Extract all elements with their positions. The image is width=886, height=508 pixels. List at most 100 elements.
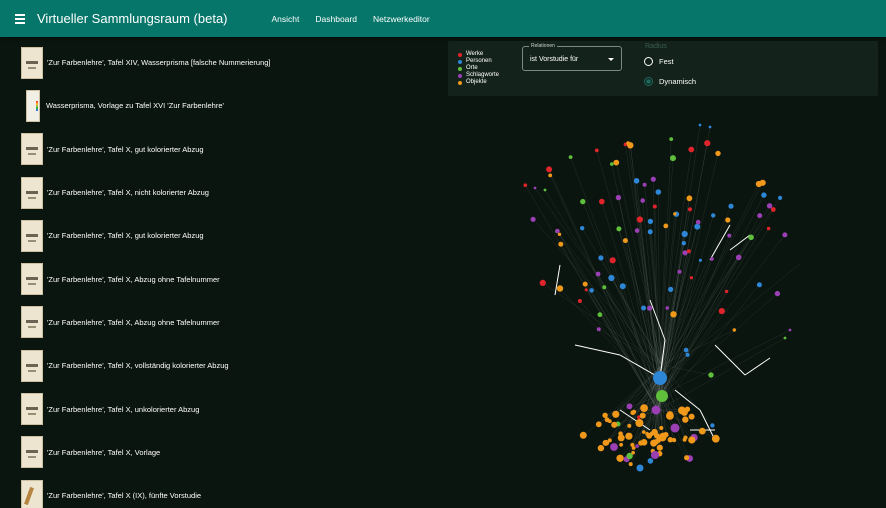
graph-node[interactable] bbox=[609, 257, 616, 264]
graph-node[interactable] bbox=[582, 281, 588, 287]
graph-node[interactable] bbox=[682, 416, 689, 423]
graph-node[interactable] bbox=[683, 347, 689, 353]
graph-node[interactable] bbox=[686, 195, 693, 202]
graph-node[interactable] bbox=[626, 141, 630, 145]
graph-node[interactable] bbox=[724, 289, 729, 294]
graph-node[interactable] bbox=[636, 216, 643, 223]
list-item[interactable]: 'Zur Farbenlehre', Tafel XIV, Wasserpris… bbox=[0, 41, 440, 84]
graph-node[interactable] bbox=[688, 146, 695, 153]
graph-hub-node[interactable] bbox=[656, 390, 668, 402]
graph-node[interactable] bbox=[594, 148, 599, 153]
graph-node[interactable] bbox=[543, 188, 547, 192]
graph-node[interactable] bbox=[533, 186, 537, 190]
graph-node[interactable] bbox=[627, 423, 632, 428]
graph-node[interactable] bbox=[584, 288, 588, 292]
graph-node[interactable] bbox=[642, 182, 647, 187]
graph-node[interactable] bbox=[647, 229, 653, 235]
graph-node[interactable] bbox=[596, 327, 601, 332]
graph-node[interactable] bbox=[711, 213, 716, 218]
graph-node[interactable] bbox=[589, 288, 594, 293]
nav-netzwerkeditor[interactable]: Netzwerkeditor bbox=[373, 14, 430, 24]
graph-hub-node[interactable] bbox=[651, 451, 659, 459]
graph-node[interactable] bbox=[608, 274, 615, 282]
graph-node[interactable] bbox=[597, 444, 605, 452]
graph-node[interactable] bbox=[652, 204, 657, 209]
graph-node[interactable] bbox=[650, 176, 656, 182]
graph-node[interactable] bbox=[558, 241, 564, 247]
graph-node[interactable] bbox=[610, 162, 614, 166]
graph-node[interactable] bbox=[658, 433, 667, 442]
graph-node[interactable] bbox=[610, 443, 618, 451]
graph-node[interactable] bbox=[619, 442, 623, 447]
graph-node[interactable] bbox=[555, 228, 560, 234]
graph-node[interactable] bbox=[618, 431, 623, 437]
graph-node[interactable] bbox=[630, 442, 635, 447]
list-item[interactable]: 'Zur Farbenlehre', Tafel X, Abzug ohne T… bbox=[0, 301, 440, 344]
graph-node[interactable] bbox=[708, 125, 712, 129]
graph-node[interactable] bbox=[641, 305, 647, 311]
list-item[interactable]: 'Zur Farbenlehre', Tafel X (IX), fünfte … bbox=[0, 474, 440, 508]
graph-node[interactable] bbox=[695, 219, 701, 225]
graph-node[interactable] bbox=[756, 282, 762, 288]
graph-node[interactable] bbox=[770, 207, 776, 212]
graph-node[interactable] bbox=[626, 403, 633, 410]
graph-node[interactable] bbox=[667, 437, 673, 443]
menu-icon[interactable] bbox=[11, 9, 31, 29]
graph-node[interactable] bbox=[619, 283, 626, 290]
graph-hub-node[interactable] bbox=[653, 371, 667, 385]
graph-node[interactable] bbox=[616, 454, 624, 462]
graph-node[interactable] bbox=[635, 444, 639, 448]
graph-node[interactable] bbox=[665, 306, 669, 310]
graph-node[interactable] bbox=[647, 458, 654, 464]
graph-node[interactable] bbox=[774, 290, 781, 297]
graph-node[interactable] bbox=[678, 406, 686, 415]
graph-node[interactable] bbox=[640, 404, 648, 412]
graph-node[interactable] bbox=[686, 249, 691, 254]
network-graph[interactable] bbox=[500, 110, 800, 490]
graph-hub-node[interactable] bbox=[636, 464, 644, 472]
list-item[interactable]: 'Zur Farbenlehre', Tafel X, gut kolorier… bbox=[0, 214, 440, 257]
graph-node[interactable] bbox=[687, 207, 693, 212]
relations-select[interactable]: Relationen ist Vorstudie für bbox=[522, 43, 622, 71]
graph-node[interactable] bbox=[598, 255, 604, 261]
graph-node[interactable] bbox=[633, 178, 640, 184]
graph-node[interactable] bbox=[732, 328, 736, 332]
graph-node[interactable] bbox=[612, 410, 620, 418]
graph-node[interactable] bbox=[640, 198, 645, 203]
list-item[interactable]: 'Zur Farbenlehre', Tafel X, nicht kolori… bbox=[0, 171, 440, 214]
graph-node[interactable] bbox=[682, 437, 687, 442]
graph-node[interactable] bbox=[616, 226, 622, 232]
graph-node[interactable] bbox=[651, 428, 658, 436]
graph-node[interactable] bbox=[631, 450, 635, 455]
graph-node[interactable] bbox=[698, 258, 702, 262]
graph-node[interactable] bbox=[778, 195, 783, 200]
graph-node[interactable] bbox=[688, 436, 696, 444]
graph-node[interactable] bbox=[656, 444, 663, 451]
graph-node[interactable] bbox=[602, 412, 608, 418]
graph-node[interactable] bbox=[580, 226, 585, 231]
list-item[interactable]: 'Zur Farbenlehre', Tafel X, Vorlage bbox=[0, 431, 440, 474]
graph-node[interactable] bbox=[715, 150, 721, 157]
graph-node[interactable] bbox=[595, 421, 602, 428]
graph-node[interactable] bbox=[579, 431, 587, 439]
graph-node[interactable] bbox=[725, 217, 731, 223]
graph-node[interactable] bbox=[677, 269, 682, 274]
graph-node[interactable] bbox=[694, 223, 701, 230]
graph-node[interactable] bbox=[599, 198, 605, 205]
graph-hub-node[interactable] bbox=[651, 405, 661, 415]
graph-node[interactable] bbox=[622, 238, 628, 244]
nav-ansicht[interactable]: Ansicht bbox=[272, 14, 300, 24]
graph-node[interactable] bbox=[642, 430, 646, 434]
graph-node[interactable] bbox=[766, 203, 773, 209]
graph-node[interactable] bbox=[673, 212, 677, 216]
graph-node[interactable] bbox=[557, 232, 562, 236]
graph-node[interactable] bbox=[783, 336, 787, 340]
graph-node[interactable] bbox=[647, 305, 653, 311]
graph-node[interactable] bbox=[684, 455, 690, 461]
nav-dashboard[interactable]: Dashboard bbox=[315, 14, 357, 24]
graph-node[interactable] bbox=[711, 434, 720, 443]
graph-node[interactable] bbox=[685, 352, 690, 357]
graph-node[interactable] bbox=[708, 372, 714, 378]
graph-node[interactable] bbox=[748, 234, 754, 241]
graph-node[interactable] bbox=[710, 423, 715, 428]
